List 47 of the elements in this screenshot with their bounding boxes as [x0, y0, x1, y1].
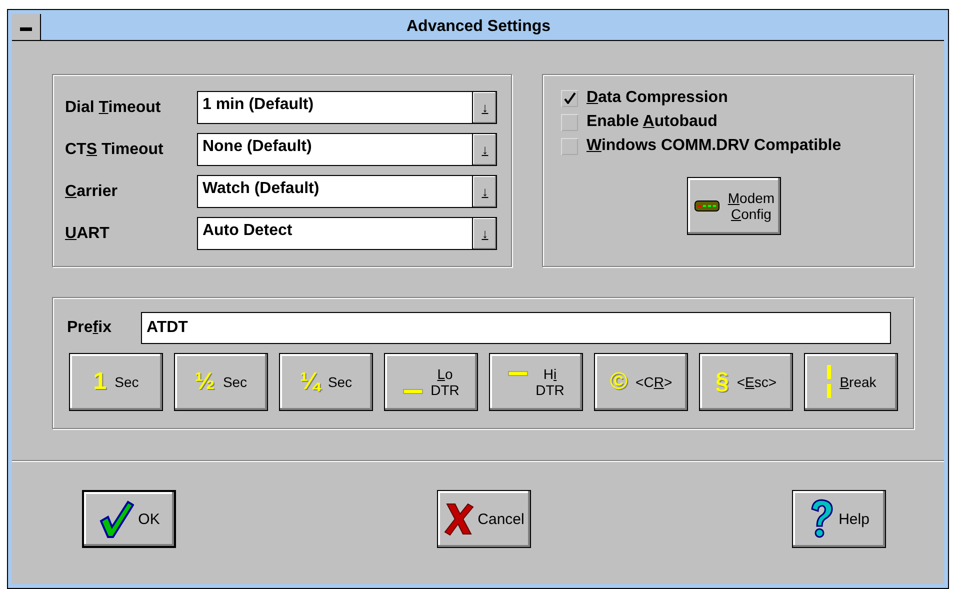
dropdown-field[interactable]: None (Default) ↓	[197, 133, 498, 166]
broken-bar-icon	[826, 365, 832, 399]
dial-code-button[interactable]: 1 Sec	[69, 353, 163, 411]
checkbox-label: Data Compression	[586, 89, 728, 107]
question-mark-icon	[808, 499, 835, 539]
check-icon	[564, 92, 576, 104]
key-glyph: §	[715, 368, 729, 396]
system-menu-button[interactable]: ▬	[12, 14, 41, 40]
high-dash-icon	[508, 370, 528, 376]
dial-code-button[interactable]: ½ Sec	[174, 353, 268, 411]
key-glyph: ¼	[300, 368, 320, 396]
window-title: Advanced Settings	[405, 18, 552, 36]
dropdown-field[interactable]: 1 min (Default) ↓	[197, 91, 498, 124]
dial-code-button[interactable]: § <Esc>	[699, 353, 793, 411]
checkbox[interactable]	[561, 90, 578, 106]
dropdown-arrow-button[interactable]: ↓	[472, 176, 496, 207]
dropdown-arrow-button[interactable]: ↓	[472, 134, 496, 165]
cross-action-button[interactable]: Cancel	[437, 490, 531, 548]
dial-code-button[interactable]: Break	[804, 353, 898, 411]
prefix-input[interactable]: ATDT	[141, 312, 891, 344]
checkbox[interactable]	[561, 138, 578, 154]
dropdown-arrow-button[interactable]: ↓	[472, 92, 496, 123]
field-label: UART	[65, 224, 110, 242]
checkbox-label: Enable Autobaud	[586, 113, 718, 131]
low-dash-icon	[402, 388, 423, 394]
dropdown-arrow-button[interactable]: ↓	[472, 218, 496, 249]
cross-icon	[444, 501, 474, 537]
checkmark-icon	[98, 499, 134, 539]
key-glyph: ½	[194, 368, 215, 396]
dial-code-button[interactable]: © <CR>	[594, 353, 688, 411]
dropdown-field[interactable]: Auto Detect ↓	[197, 217, 498, 250]
check-action-button[interactable]: OK	[82, 490, 176, 548]
checkbox[interactable]	[561, 114, 578, 130]
dial-code-button[interactable]: Hi DTR	[489, 353, 583, 411]
checkbox-label: Windows COMM.DRV Compatible	[586, 137, 842, 155]
dropdown-field[interactable]: Watch (Default) ↓	[197, 175, 498, 208]
key-glyph: 1	[93, 368, 107, 396]
field-label: Dial Timeout	[65, 98, 162, 116]
key-glyph: ©	[610, 368, 628, 396]
field-label: CTS Timeout	[65, 140, 164, 158]
dial-code-button[interactable]: ¼ Sec	[279, 353, 373, 411]
dial-code-button[interactable]: Lo DTR	[384, 353, 478, 411]
field-label: Carrier	[65, 182, 118, 200]
modem-icon	[694, 199, 720, 213]
question-action-button[interactable]: Help	[792, 490, 886, 548]
prefix-label: Prefix	[67, 319, 112, 337]
modem-config-button[interactable]: Modem Config	[687, 177, 782, 235]
